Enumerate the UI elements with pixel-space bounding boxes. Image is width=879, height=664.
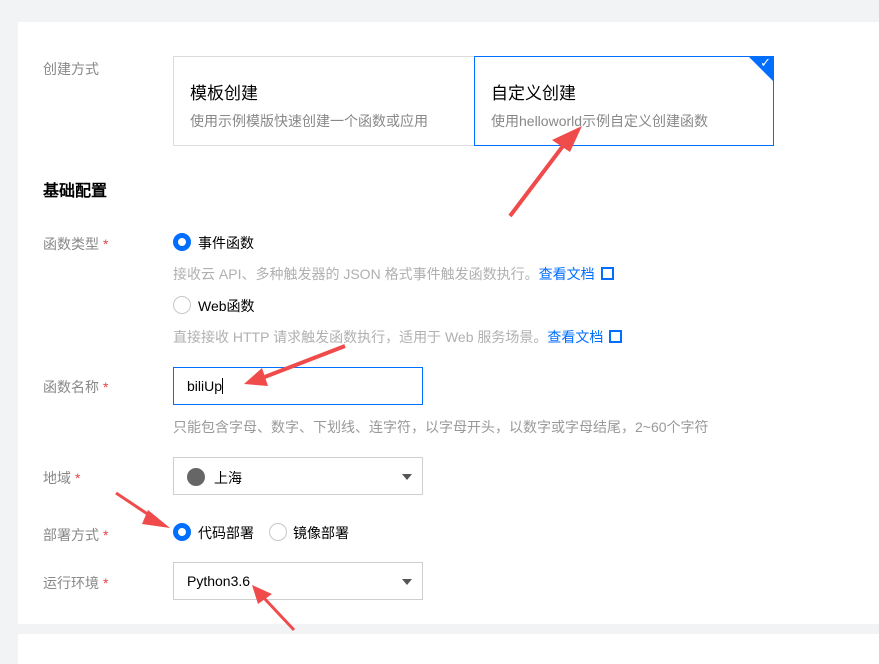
code-deploy-label[interactable]: 代码部署 <box>198 523 254 543</box>
template-create-title: 模板创建 <box>190 84 258 103</box>
external-link-icon[interactable] <box>600 267 614 280</box>
event-function-hint: 接收云 API、多种触发器的 JSON 格式事件触发函数执行。查看文档 <box>173 264 614 284</box>
custom-create-desc: 使用helloworld示例自定义创建函数 <box>491 113 709 129</box>
creation-method-label: 创建方式 <box>43 61 99 77</box>
function-type-label: 函数类型 * <box>43 236 109 252</box>
function-name-hint: 只能包含字母、数字、下划线、连字符，以字母开头，以数字或字母结尾，2~60个字符 <box>173 419 709 435</box>
custom-create-title: 自定义创建 <box>491 84 576 103</box>
template-create-option[interactable]: 模板创建 使用示例模版快速创建一个函数或应用 <box>173 56 475 146</box>
region-label: 地域 * <box>43 470 81 486</box>
web-function-radio[interactable] <box>173 296 191 314</box>
chevron-down-icon <box>402 474 412 480</box>
event-doc-link[interactable]: 查看文档 <box>539 266 595 282</box>
function-name-label: 函数名称 * <box>43 379 109 395</box>
runtime-value: Python3.6 <box>187 573 251 589</box>
function-name-value: biliUp <box>187 378 223 394</box>
event-function-radio[interactable] <box>173 233 191 251</box>
text-cursor <box>222 378 224 394</box>
template-create-desc: 使用示例模版快速创建一个函数或应用 <box>190 113 428 129</box>
web-function-label[interactable]: Web函数 <box>198 296 255 316</box>
event-function-label[interactable]: 事件函数 <box>198 233 254 253</box>
web-function-hint: 直接接收 HTTP 请求触发函数执行，适用于 Web 服务场景。查看文档 <box>173 327 623 347</box>
runtime-label: 运行环境 * <box>43 575 109 591</box>
function-name-input[interactable]: biliUp <box>173 367 423 405</box>
image-deploy-label[interactable]: 镜像部署 <box>293 523 349 543</box>
runtime-select[interactable]: Python3.6 <box>173 562 423 600</box>
check-icon: ✓ <box>760 55 771 70</box>
code-deploy-radio[interactable] <box>173 523 191 541</box>
next-card <box>18 634 879 664</box>
globe-icon <box>187 468 205 486</box>
image-deploy-radio[interactable] <box>269 523 287 541</box>
external-link-icon[interactable] <box>609 330 623 343</box>
chevron-down-icon <box>402 579 412 585</box>
region-select[interactable]: 上海 <box>173 457 423 495</box>
deploy-method-label: 部署方式 * <box>43 527 109 543</box>
region-value: 上海 <box>214 470 242 486</box>
web-doc-link[interactable]: 查看文档 <box>547 329 603 345</box>
section-title: 基础配置 <box>43 183 108 200</box>
custom-create-option[interactable]: 自定义创建 使用helloworld示例自定义创建函数 ✓ <box>474 55 774 146</box>
